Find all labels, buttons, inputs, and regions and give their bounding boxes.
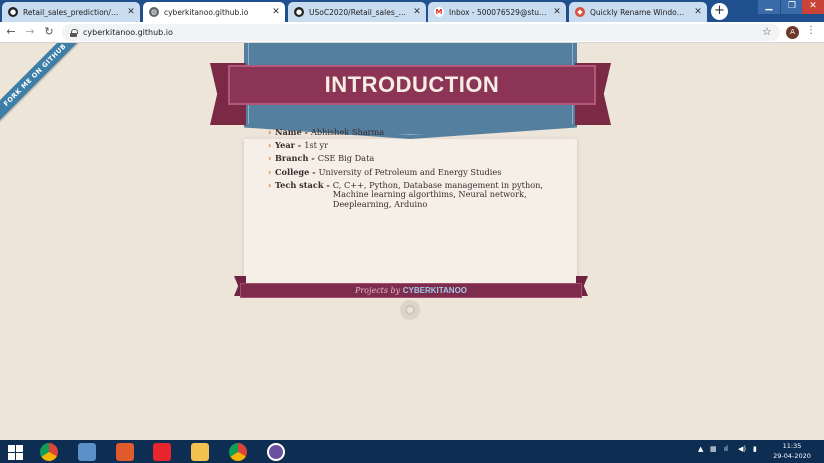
tab-rename-windows-files[interactable]: ◆ Quickly Rename Windows Files ✕ (569, 2, 707, 22)
github-icon[interactable] (400, 300, 420, 320)
clock-date: 29-04-2020 (773, 452, 811, 460)
windows-start-icon[interactable] (6, 443, 24, 461)
url-bar[interactable]: cyberkitanoo.github.io (62, 24, 780, 41)
clock-time: 11:35 (782, 442, 802, 450)
menu-kebab-icon[interactable]: ⋮ (806, 25, 816, 36)
chrome-active-icon[interactable] (229, 443, 247, 461)
info-item-college: › College - University of Petroleum and … (268, 166, 502, 177)
close-icon[interactable]: ✕ (126, 7, 136, 17)
url-text: cyberkitanoo.github.io (83, 28, 173, 37)
close-icon[interactable]: ✕ (271, 7, 281, 17)
gmail-icon: M (434, 7, 444, 17)
footer-ribbon: Projects by CYBERKITANOO (240, 283, 582, 298)
globe-icon: ◍ (149, 7, 159, 17)
tray-chevron-icon[interactable]: ▲ (698, 445, 703, 453)
app-icon[interactable] (116, 443, 134, 461)
chevron-right-icon: › (268, 153, 272, 164)
footer-author-link[interactable]: CYBERKITANOO (403, 286, 467, 295)
chevron-right-icon: › (268, 127, 272, 137)
bookmark-star-icon[interactable]: ☆ (762, 25, 772, 38)
tab-gmail-inbox[interactable]: M Inbox - 500076529@stu.upes.ac ✕ (428, 2, 566, 22)
maximize-button[interactable]: ❐ (781, 0, 803, 14)
tab-usoc2020[interactable]: ● USoC2020/Retail_sales_predictio ✕ (288, 2, 426, 22)
folder-icon[interactable] (191, 443, 209, 461)
tab-cyberkitanoo[interactable]: ◍ cyberkitanoo.github.io ✕ (143, 2, 285, 22)
chrome-icon[interactable] (40, 443, 58, 461)
github-icon: ● (294, 7, 304, 17)
info-item-name: › Name - Abhishek Sharma (268, 127, 385, 137)
minimize-button[interactable]: ▁ (758, 0, 780, 14)
lock-icon[interactable] (70, 28, 78, 37)
info-item-tech-stack: › Tech stack - C, C++, Python, Database … (268, 179, 544, 209)
chevron-right-icon: › (268, 140, 272, 151)
airtel-icon[interactable] (153, 443, 171, 461)
tab-retail-sales-screenshot[interactable]: ● Retail_sales_prediction/screensh ✕ (2, 2, 140, 22)
address-toolbar: ← → ↻ cyberkitanoo.github.io ☆ A ⋮ (0, 22, 824, 43)
file-manager-icon[interactable] (78, 443, 96, 461)
app-purple-icon[interactable] (267, 443, 285, 461)
tray-network-icon[interactable]: ▦ (710, 445, 717, 453)
info-list: › Name - Abhishek Sharma › Year - 1st yr… (268, 127, 568, 213)
info-item-branch: › Branch - CSE Big Data (268, 153, 375, 164)
new-tab-button[interactable]: + (711, 3, 728, 20)
tray-volume-icon[interactable]: ◀) (738, 445, 746, 453)
page-content: FORK ME ON GITHUB INTRODUCTION › Name - … (0, 43, 824, 440)
profile-avatar[interactable]: A (786, 26, 799, 39)
close-window-button[interactable]: ✕ (802, 0, 824, 14)
tray-battery-icon[interactable]: ▮ (753, 445, 757, 453)
forward-icon[interactable]: → (23, 25, 37, 39)
footer-prefix: Projects by (354, 286, 401, 295)
fork-me-ribbon[interactable]: FORK ME ON GITHUB (0, 43, 86, 126)
heading-ribbon: INTRODUCTION (228, 65, 596, 105)
close-icon[interactable]: ✕ (412, 7, 422, 17)
tray-signal-icon[interactable]: ıl (724, 445, 728, 453)
close-icon[interactable]: ✕ (552, 7, 562, 17)
chevron-right-icon: › (268, 166, 272, 177)
back-icon[interactable]: ← (4, 25, 18, 39)
github-icon: ● (8, 7, 18, 17)
info-item-year: › Year - 1st yr (268, 140, 329, 151)
reload-icon[interactable]: ↻ (42, 25, 56, 39)
tab-strip: ● Retail_sales_prediction/screensh ✕ ◍ c… (0, 0, 824, 22)
taskbar: ▲ ▦ ıl ◀) ▮ 11:35 29-04-2020 (0, 440, 824, 463)
chevron-right-icon: › (268, 179, 272, 190)
close-icon[interactable]: ✕ (693, 7, 703, 17)
taskbar-clock[interactable]: 11:35 29-04-2020 (768, 441, 816, 461)
site-icon: ◆ (575, 7, 585, 17)
page-title: INTRODUCTION (324, 72, 500, 97)
